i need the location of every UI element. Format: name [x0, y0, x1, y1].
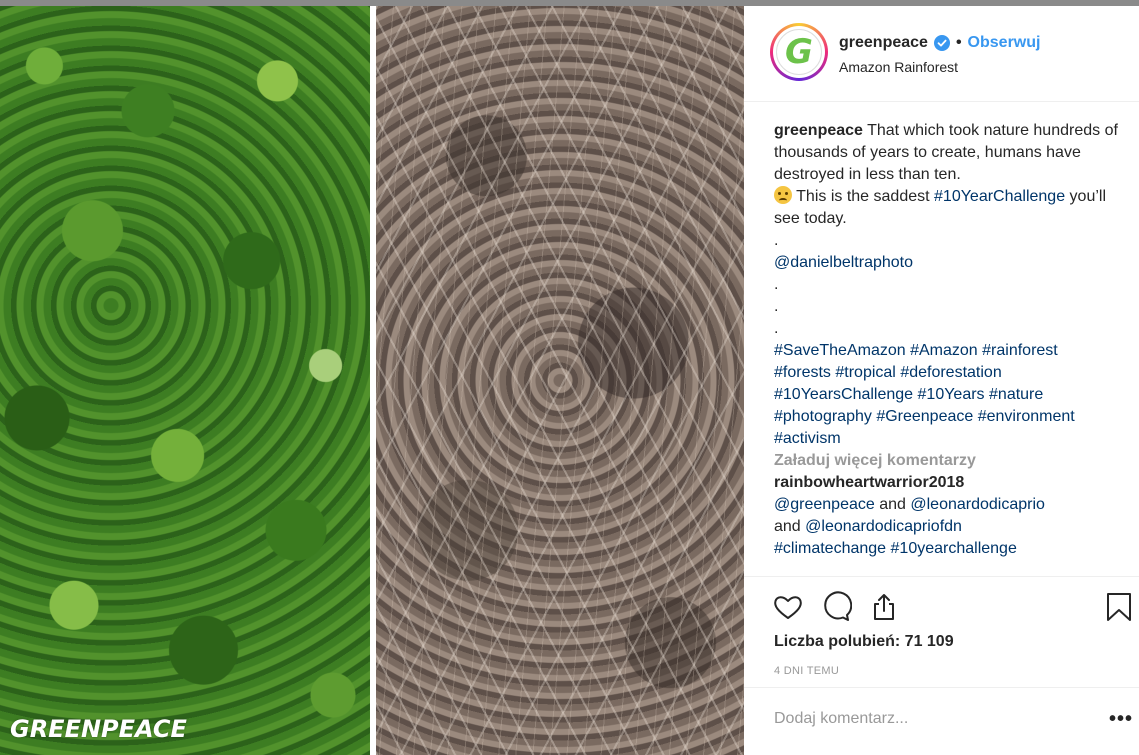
hashtag-link[interactable]: #photography — [774, 408, 872, 425]
deforested-image-panel — [376, 6, 744, 755]
post-timestamp[interactable]: 4 DNI TEMU — [774, 665, 839, 677]
sad-face-emoji-icon — [774, 186, 792, 204]
post-sidebar: G greenpeace • Obserwuj Amazon Rainfores… — [744, 6, 1139, 755]
share-icon[interactable] — [868, 591, 900, 623]
post-photo[interactable]: GREENPEACE — [0, 6, 744, 755]
avatar[interactable]: G — [770, 23, 828, 81]
hashtag-link[interactable]: #10Years — [918, 386, 985, 403]
location-link[interactable]: Amazon Rainforest — [839, 59, 958, 75]
heart-icon[interactable] — [772, 591, 804, 623]
hashtag-link[interactable]: #SaveTheAmazon — [774, 342, 906, 359]
add-comment-bar: ••• — [744, 687, 1139, 753]
more-options-button[interactable]: ••• — [1109, 708, 1133, 731]
comment-icon[interactable] — [820, 591, 852, 623]
hashtag-link[interactable]: #environment — [978, 408, 1075, 425]
caption-dot: . — [774, 232, 779, 249]
forest-image-panel — [0, 6, 370, 755]
follow-button[interactable]: Obserwuj — [968, 34, 1041, 52]
avatar-logo-letter: G — [785, 32, 813, 72]
greenpeace-watermark-logo: GREENPEACE — [10, 715, 187, 743]
caption-dot: . — [774, 320, 779, 337]
caption-hashtags: #SaveTheAmazon #Amazon #rainforest #fore… — [774, 340, 1119, 450]
post-actions: Liczba polubień: 71 109 4 DNI TEMU ••• — [744, 576, 1139, 730]
hashtag-link[interactable]: #forests — [774, 364, 831, 381]
comment-item: rainbowheartwarrior2018 @greenpeace and … — [774, 472, 1119, 560]
comment-text: and — [879, 496, 906, 513]
hashtag-link[interactable]: #10YearsChallenge — [774, 386, 913, 403]
hashtag-link[interactable]: #Greenpeace — [876, 408, 973, 425]
hashtag-link[interactable]: #rainforest — [982, 342, 1058, 359]
hashtag-link[interactable]: #Amazon — [910, 342, 978, 359]
header-separator: • — [955, 34, 962, 51]
verified-badge-icon — [933, 35, 950, 51]
hashtag-link[interactable]: #10YearChallenge — [934, 188, 1065, 205]
hashtag-link[interactable]: #activism — [774, 430, 841, 447]
mention-link[interactable]: @leonardodicapriofdn — [805, 518, 962, 535]
load-more-comments-button[interactable]: Załaduj więcej komentarzy — [774, 450, 1119, 472]
hashtag-link[interactable]: #nature — [989, 386, 1043, 403]
bookmark-icon[interactable] — [1103, 591, 1135, 623]
comment-username[interactable]: rainbowheartwarrior2018 — [774, 474, 964, 491]
hashtag-link[interactable]: #tropical — [835, 364, 895, 381]
add-comment-input[interactable] — [774, 710, 1074, 728]
mention-link[interactable]: @danielbeltraphoto — [774, 254, 913, 271]
mention-link[interactable]: @leonardodicaprio — [910, 496, 1045, 513]
post-header: G greenpeace • Obserwuj Amazon Rainfores… — [744, 6, 1139, 102]
caption-text-2: This is the saddest — [796, 188, 930, 205]
hashtag-link[interactable]: #10yearchallenge — [891, 540, 1017, 557]
caption: greenpeace That which took nature hundre… — [774, 120, 1119, 230]
hashtag-link[interactable]: #deforestation — [900, 364, 1001, 381]
likes-count[interactable]: Liczba polubień: 71 109 — [774, 633, 954, 651]
caption-dot: . — [774, 298, 779, 315]
caption-username[interactable]: greenpeace — [774, 122, 863, 139]
comment-text: and — [774, 518, 801, 535]
comments-section: greenpeace That which took nature hundre… — [774, 120, 1119, 576]
mention-link[interactable]: @greenpeace — [774, 496, 875, 513]
hashtag-link[interactable]: #climatechange — [774, 540, 886, 557]
caption-dot: . — [774, 276, 779, 293]
header-username[interactable]: greenpeace — [839, 34, 928, 52]
